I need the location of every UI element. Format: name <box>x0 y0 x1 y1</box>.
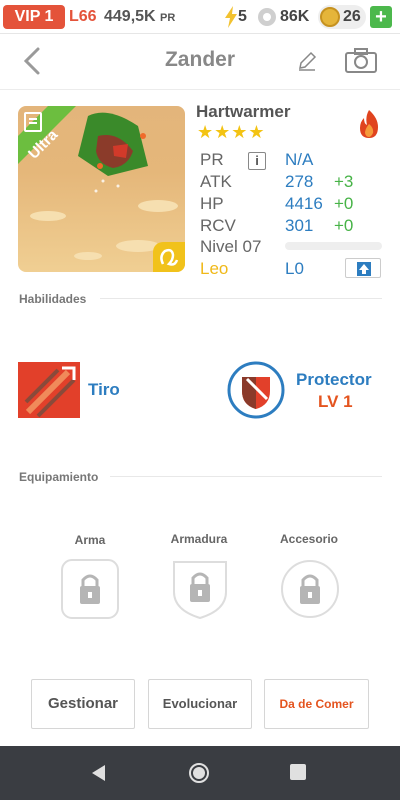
player-level: L66 <box>69 8 97 25</box>
stat-value-pr: N/A <box>285 150 314 169</box>
stat-label-atk: ATK <box>200 172 232 191</box>
armor-slot-lock-icon[interactable] <box>170 558 230 620</box>
manage-button[interactable]: Gestionar <box>31 679 135 729</box>
equipment-divider <box>110 476 382 477</box>
upgrade-sign-button[interactable] <box>345 258 381 278</box>
equipment-section-title: Equipamiento <box>19 470 99 484</box>
pencil-icon[interactable] <box>296 50 318 72</box>
energy-value: 5 <box>238 8 247 25</box>
lightning-icon <box>225 6 237 28</box>
stat-bonus-hp: +0 <box>334 194 354 213</box>
skill-level-protector: LV 1 <box>318 392 353 411</box>
player-power-unit: PR <box>160 12 176 24</box>
level-label: Nivel 07 <box>200 237 262 256</box>
coins-value: 26 <box>343 8 361 25</box>
nav-recent-icon[interactable] <box>290 764 306 780</box>
pet-stars: ★★★★ <box>197 122 266 142</box>
leo-sign-icon <box>153 242 185 272</box>
system-nav-bar <box>0 746 400 800</box>
equip-label-armor: Armadura <box>170 532 228 546</box>
skill-name-tiro[interactable]: Tiro <box>88 380 120 400</box>
player-power: 449,5K PR <box>104 8 175 26</box>
shield-skill-icon[interactable] <box>227 361 285 419</box>
nav-back-icon[interactable] <box>90 764 108 782</box>
pet-name: Hartwarmer <box>196 102 291 121</box>
stat-value-rcv: 301 <box>285 216 314 235</box>
status-bar: VIP 1 L66 449,5K PR 5 86K 26 + <box>0 0 400 34</box>
fire-element-icon <box>360 110 378 138</box>
page-header: Zander <box>0 34 400 90</box>
add-currency-button[interactable]: + <box>370 6 392 28</box>
coin-icon <box>320 7 340 27</box>
arrows-skill-icon[interactable] <box>18 362 80 418</box>
accessory-slot-lock-icon[interactable] <box>280 558 340 620</box>
weapon-slot-lock-icon[interactable] <box>60 558 120 620</box>
player-power-value: 449,5K <box>104 8 156 25</box>
evolve-button[interactable]: Evolucionar <box>148 679 252 729</box>
sign-label: Leo <box>200 259 229 278</box>
stat-label-hp: HP <box>200 194 224 213</box>
coins-counter[interactable]: 26 <box>318 5 366 29</box>
calendar-icon <box>24 112 42 132</box>
feed-button[interactable]: Da de Comer <box>264 679 369 729</box>
arrow-up-icon <box>357 262 371 276</box>
skills-section-title: Habilidades <box>19 292 87 306</box>
equip-label-weapon: Arma <box>74 533 106 547</box>
stat-bonus-atk: +3 <box>334 172 354 191</box>
nav-home-icon[interactable] <box>188 762 210 784</box>
equip-label-accessory: Accesorio <box>279 532 339 546</box>
skill-name-protector[interactable]: Protector <box>296 370 372 390</box>
xp-progress-bar <box>285 242 382 250</box>
info-icon[interactable]: i <box>248 152 266 170</box>
gems-value: 86K <box>280 8 310 25</box>
skills-divider <box>100 298 382 299</box>
camera-icon[interactable] <box>344 48 378 74</box>
pet-portrait[interactable]: Ultra <box>18 106 185 272</box>
sign-level: L0 <box>285 259 304 278</box>
paw-icon <box>258 8 276 26</box>
stat-bonus-rcv: +0 <box>334 216 354 235</box>
stat-label-rcv: RCV <box>200 216 236 235</box>
stat-label-pr: PR <box>200 150 224 169</box>
stat-value-hp: 4416 <box>285 194 323 213</box>
stat-value-atk: 278 <box>285 172 314 191</box>
page-title: Zander <box>164 48 235 71</box>
vip-badge[interactable]: VIP 1 <box>3 5 65 29</box>
